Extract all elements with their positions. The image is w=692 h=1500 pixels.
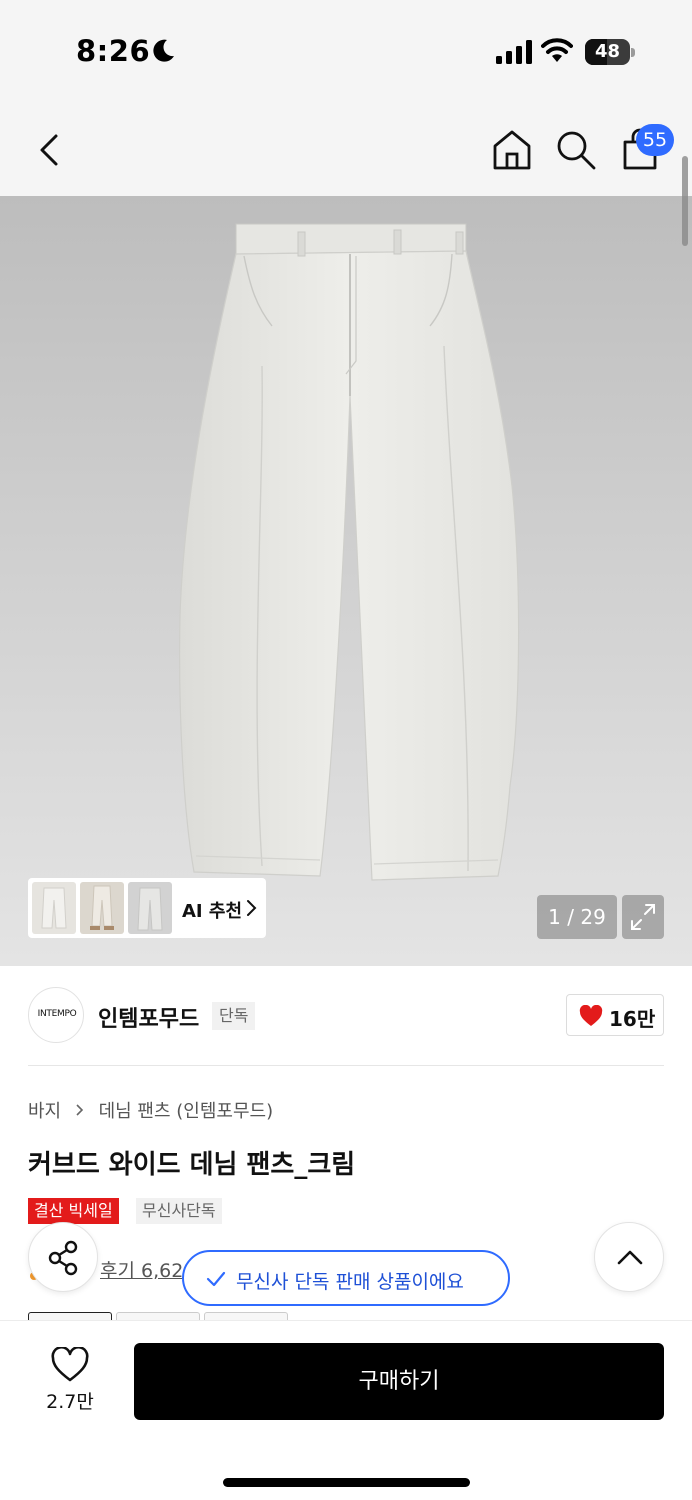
option-tab[interactable] <box>116 1312 200 1320</box>
buy-button[interactable]: 구매하기 <box>134 1343 664 1420</box>
home-indicator <box>223 1478 470 1487</box>
moon-icon <box>153 39 174 62</box>
share-button[interactable] <box>28 1222 98 1292</box>
exclusive-badge: 무신사단독 <box>136 1198 222 1224</box>
status-time: 8:26 <box>76 34 151 68</box>
ai-recommendation-box[interactable]: AI 추천 <box>28 878 266 938</box>
search-icon[interactable] <box>554 128 598 172</box>
battery-level: 48 <box>594 41 621 62</box>
review-link[interactable]: 후기 6,62 <box>100 1256 190 1283</box>
wifi-icon <box>541 38 573 62</box>
brand-logo[interactable]: INTEMPO <box>28 987 84 1043</box>
battery-icon: 48 <box>585 39 635 65</box>
top-navigation <box>0 100 692 196</box>
option-tabs <box>28 1312 298 1320</box>
product-photo-pants <box>179 223 520 881</box>
ai-thumbnail-3[interactable] <box>128 882 172 934</box>
brand-name[interactable]: 인템포무드 <box>98 1001 199 1033</box>
exclusive-toast: 무신사 단독 판매 상품이에요 <box>182 1250 510 1306</box>
heart-filled-icon <box>579 1005 603 1026</box>
breadcrumb-item-subcategory[interactable]: 데님 팬츠 (인템포무드) <box>99 1097 274 1123</box>
product-image-gallery[interactable]: AI 추천 1 / 29 <box>0 196 692 966</box>
breadcrumb: 바지 데님 팬츠 (인템포무드) <box>28 1097 273 1123</box>
scrollbar[interactable] <box>682 156 688 246</box>
check-icon <box>206 1271 226 1287</box>
toast-message: 무신사 단독 판매 상품이에요 <box>236 1271 464 1293</box>
expand-icon <box>631 904 655 930</box>
brand-like-count: 16만 <box>609 1007 656 1031</box>
option-tab[interactable] <box>28 1312 112 1320</box>
brand-exclusive-tag: 단독 <box>212 1002 256 1030</box>
cart-count-badge: 55 <box>636 124 674 156</box>
home-icon[interactable] <box>490 128 534 172</box>
divider <box>28 1065 664 1066</box>
brand-logo-text: INTEMPO <box>37 1009 77 1019</box>
breadcrumb-item-category[interactable]: 바지 <box>28 1097 61 1123</box>
chevron-left-icon[interactable] <box>30 130 70 170</box>
chevron-right-icon <box>76 1104 83 1116</box>
chevron-up-icon <box>617 1250 643 1265</box>
ai-recommendation-label: AI 추천 <box>182 901 243 922</box>
wishlist-count: 2.7만 <box>46 1391 94 1413</box>
sale-badge: 결산 빅세일 <box>28 1198 119 1224</box>
cellular-signal-icon <box>496 40 532 64</box>
ai-thumbnail-1[interactable] <box>32 882 76 934</box>
chevron-right-icon <box>247 900 257 916</box>
bottom-action-bar: 2.7만 구매하기 <box>0 1320 692 1500</box>
share-icon <box>48 1240 78 1276</box>
ai-thumbnail-2[interactable] <box>80 882 124 934</box>
scroll-to-top-button[interactable] <box>594 1222 664 1292</box>
heart-outline-icon[interactable] <box>50 1347 90 1383</box>
brand-like-button[interactable]: 16만 <box>566 994 664 1036</box>
expand-button[interactable] <box>622 895 664 939</box>
product-title: 커브드 와이드 데님 팬츠_크림 <box>28 1150 356 1180</box>
option-tab[interactable] <box>204 1312 288 1320</box>
status-bar: 8:26 48 <box>0 0 692 100</box>
image-counter: 1 / 29 <box>537 895 617 939</box>
